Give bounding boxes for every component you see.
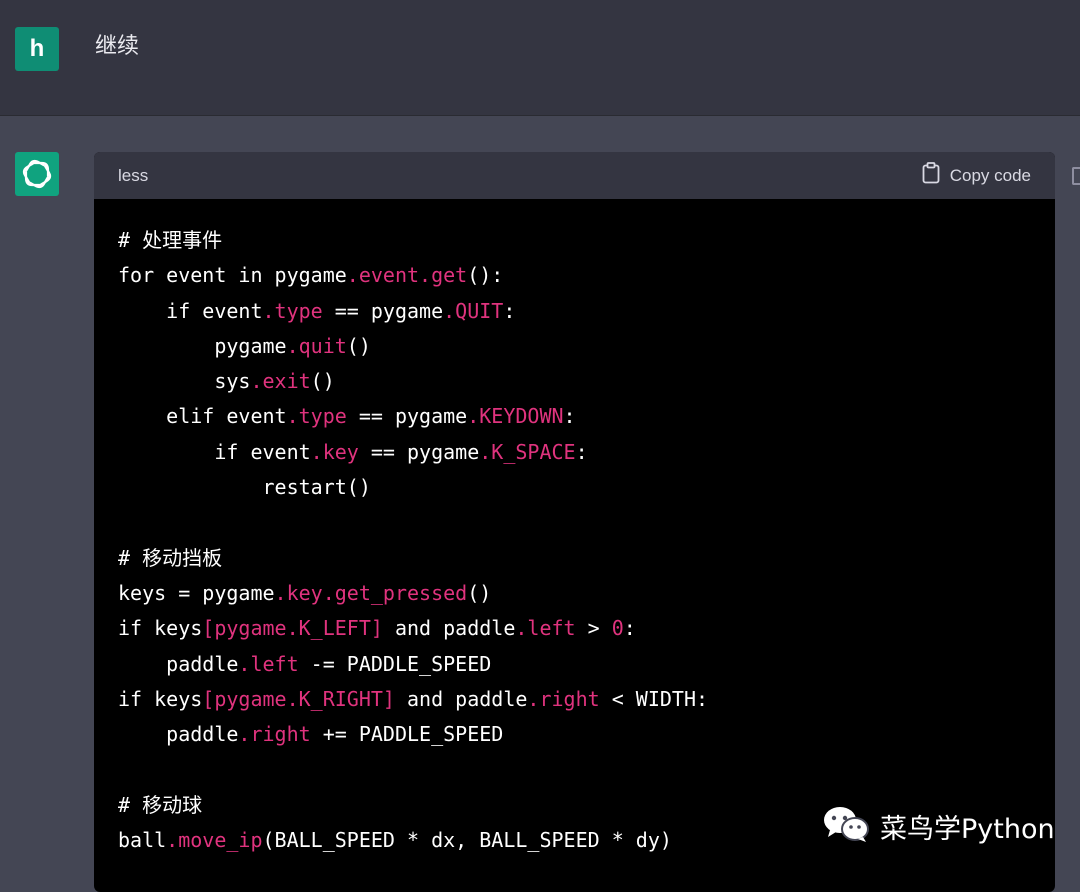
code-token: == pygame	[358, 439, 480, 464]
code-token: >	[575, 616, 612, 641]
code-member-token: .key	[310, 439, 359, 464]
code-member-token: .K_SPACE	[479, 439, 576, 464]
code-line: pygame.quit()	[118, 329, 1031, 364]
code-token: sys	[118, 369, 251, 394]
code-comment: # 移动挡板	[118, 545, 223, 570]
code-comment: # 移动球	[118, 792, 203, 817]
wechat-icon	[822, 804, 870, 849]
code-token: < WIDTH:	[599, 686, 709, 711]
code-member-token: .left	[238, 651, 299, 676]
code-language-label: less	[118, 165, 149, 185]
code-token: :	[563, 404, 576, 429]
code-comment: # 处理事件	[118, 228, 223, 252]
code-token: :	[623, 616, 636, 641]
user-avatar: h	[15, 27, 59, 71]
code-line: paddle.right += PADDLE_SPEED	[118, 717, 1031, 752]
side-action-icon[interactable]	[1072, 167, 1080, 185]
code-line: keys = pygame.key.get_pressed()	[118, 576, 1031, 611]
code-body: # 处理事件 for event in pygame.event.get(): i…	[94, 199, 1055, 858]
code-token: if event	[118, 439, 311, 464]
code-token: -= PADDLE_SPEED	[298, 651, 492, 676]
code-token: == pygame	[322, 298, 444, 323]
user-message-row: h 继续	[0, 0, 1080, 116]
code-token: pygame	[118, 333, 287, 358]
code-member-token: [pygame.K_LEFT]	[202, 616, 383, 641]
code-line: if keys[pygame.K_LEFT] and paddle.left >…	[118, 611, 1031, 646]
code-member-token: .move_ip	[166, 828, 263, 853]
code-token: paddle	[118, 651, 239, 676]
code-member-token: .type	[286, 404, 347, 429]
code-token: += PADDLE_SPEED	[310, 722, 504, 747]
code-line: for event in pygame.event.get():	[118, 258, 1031, 293]
copy-code-button[interactable]: Copy code	[922, 162, 1031, 189]
code-token: paddle	[118, 722, 239, 747]
code-token: ()	[310, 369, 335, 394]
watermark-text: 菜鸟学Python	[880, 814, 1055, 845]
code-member-token: .left	[515, 616, 576, 641]
code-line: if event.type == pygame.QUIT:	[118, 294, 1031, 329]
user-message-text: 继续	[95, 33, 140, 58]
code-member-token: 0	[611, 616, 624, 641]
watermark: 菜鸟学Python	[822, 804, 1055, 849]
code-token: restart()	[118, 475, 371, 500]
code-token: keys = pygame	[118, 580, 275, 605]
code-line: if keys[pygame.K_RIGHT] and paddle.right…	[118, 682, 1031, 717]
code-token: if event	[118, 298, 263, 323]
code-token: :	[575, 439, 588, 464]
code-member-token: [pygame.K_RIGHT]	[202, 686, 395, 711]
code-token: ()	[346, 333, 371, 358]
code-block-header: less Copy code	[94, 152, 1055, 199]
code-member-token: .right	[527, 686, 600, 711]
code-member-token: .event.get	[346, 263, 468, 288]
copy-code-label: Copy code	[949, 165, 1031, 185]
code-line: if event.key == pygame.K_SPACE:	[118, 435, 1031, 470]
code-member-token: .exit	[250, 369, 311, 394]
clipboard-icon	[922, 162, 940, 189]
code-line: restart()	[118, 470, 1031, 505]
code-line: sys.exit()	[118, 364, 1031, 399]
code-token: ball	[118, 828, 167, 853]
code-token: for event in pygame	[118, 263, 347, 288]
code-member-token: .right	[238, 722, 311, 747]
code-token: elif event	[118, 404, 287, 429]
code-token: :	[503, 298, 516, 323]
code-token: == pygame	[346, 404, 468, 429]
code-token: (BALL_SPEED * dx, BALL_SPEED * dy)	[262, 828, 672, 853]
code-member-token: .KEYDOWN	[467, 404, 564, 429]
code-token: if keys	[118, 686, 203, 711]
assistant-message-row: less Copy code # 处理事件 for event in pygame…	[0, 116, 1080, 892]
code-line: # 移动挡板	[118, 541, 1031, 576]
code-line: # 处理事件	[118, 223, 1031, 258]
code-member-token: .QUIT	[443, 298, 504, 323]
code-member-token: .type	[262, 298, 323, 323]
code-token: and paddle	[394, 686, 528, 711]
code-token: and paddle	[382, 616, 516, 641]
code-token: ():	[467, 263, 504, 288]
code-member-token: .key.get_pressed	[274, 580, 468, 605]
code-member-token: .quit	[286, 333, 347, 358]
openai-logo-icon	[15, 152, 59, 196]
code-line: elif event.type == pygame.KEYDOWN:	[118, 399, 1031, 434]
code-token: if keys	[118, 616, 203, 641]
code-line: paddle.left -= PADDLE_SPEED	[118, 647, 1031, 682]
code-block: less Copy code # 处理事件 for event in pygame…	[94, 152, 1055, 892]
code-token: ()	[467, 580, 492, 605]
